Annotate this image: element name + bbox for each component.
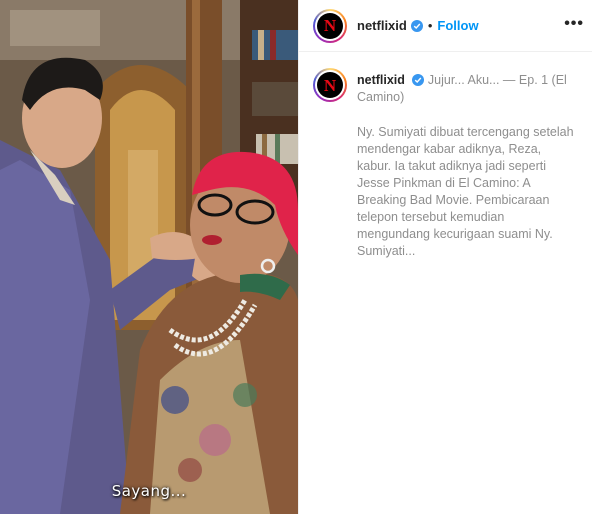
follow-button[interactable]: Follow xyxy=(437,18,478,33)
verified-badge-icon xyxy=(412,74,425,86)
caption-avatar[interactable]: N xyxy=(313,68,347,102)
verified-badge-icon xyxy=(410,19,423,32)
video-frame-image xyxy=(0,0,298,514)
post-side-panel: N netflixid • Follow ••• N netflixid Juj… xyxy=(298,0,592,514)
avatar-letter: N xyxy=(323,16,337,35)
avatar-letter: N xyxy=(323,75,337,95)
post-header: N netflixid • Follow ••• xyxy=(299,0,592,52)
separator-dot: • xyxy=(427,18,433,33)
caption: N netflixid Jujur... Aku... — Ep. 1 (El … xyxy=(299,52,592,260)
header-username[interactable]: netflixid xyxy=(357,18,407,33)
profile-avatar[interactable]: N xyxy=(313,8,347,43)
caption-title-line: netflixid Jujur... Aku... — Ep. 1 (El Ca… xyxy=(357,72,578,106)
video-subtitle: Sayang... xyxy=(111,482,187,500)
post-media[interactable]: Sayang... xyxy=(0,0,298,514)
more-options-icon[interactable]: ••• xyxy=(564,16,584,32)
caption-username[interactable]: netflixid xyxy=(357,73,405,87)
netflix-logo: N xyxy=(317,72,343,98)
netflix-logo: N xyxy=(317,12,343,39)
caption-text: Ny. Sumiyati dibuat tercengang setelah m… xyxy=(357,125,574,258)
instagram-post: Sayang... N netflixid • Follow ••• N net… xyxy=(0,0,592,514)
